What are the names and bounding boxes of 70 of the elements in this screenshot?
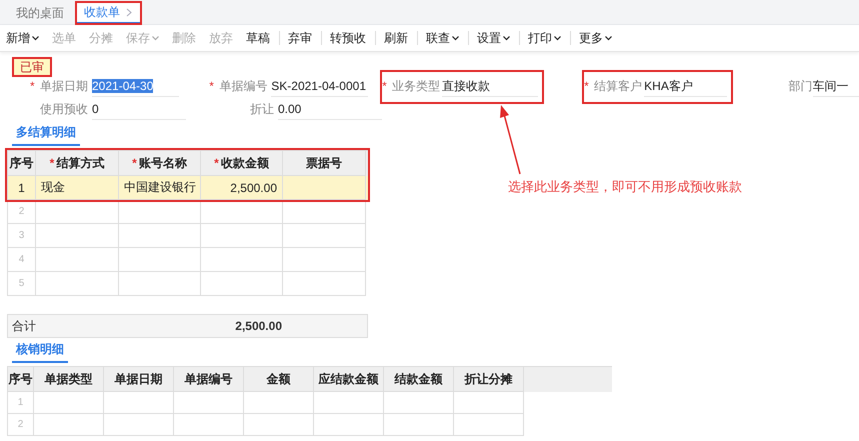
- tab[interactable]: 我的桌面: [8, 2, 72, 24]
- column-header: 金额: [244, 367, 314, 392]
- input-field[interactable]: 车间一: [812, 76, 859, 96]
- field-label: 使用预收: [39, 101, 88, 118]
- section-tab[interactable]: 核销明细: [12, 340, 68, 363]
- table-cell: [384, 392, 454, 414]
- annotation-note: 选择此业务类型，即可不用形成预收账款: [508, 178, 742, 196]
- section-tab[interactable]: 多结算明细: [12, 123, 80, 146]
- caret-icon: [452, 36, 459, 40]
- toolbar-button[interactable]: 更多: [575, 27, 621, 49]
- caret-icon: [503, 36, 510, 40]
- column-header: 折让分摊: [454, 367, 524, 392]
- field-label: * 结算客户: [584, 78, 640, 95]
- table-cell: 2,500.00: [201, 176, 283, 200]
- column-header: 单据日期: [104, 367, 174, 392]
- input-field[interactable]: 2021-04-30: [92, 76, 180, 96]
- table-cell: [104, 392, 174, 414]
- toolbar-button[interactable]: 刷新: [380, 27, 417, 49]
- field-label: * 单据编号: [208, 78, 268, 95]
- table-cell: [454, 392, 524, 414]
- row-number: 1: [8, 392, 34, 414]
- table-cell: 中国建设银行: [119, 176, 201, 200]
- input-field[interactable]: 直接收款: [442, 76, 538, 96]
- table-cell: [34, 414, 104, 436]
- row-number: 2: [8, 414, 34, 436]
- input-field[interactable]: 0.00: [278, 100, 382, 120]
- row-number: 4: [8, 248, 36, 272]
- table-cell: [244, 392, 314, 414]
- table-cell: 现金: [36, 176, 119, 200]
- row-number: 3: [8, 224, 36, 248]
- row-number: 2: [8, 200, 36, 224]
- table-cell: [314, 414, 384, 436]
- table-cell: [314, 392, 384, 414]
- field-label: * 单据日期: [28, 78, 88, 95]
- field-label: * 业务类型: [382, 78, 438, 95]
- status-badge: 已审: [12, 57, 52, 77]
- column-header: 应结款金额: [314, 367, 384, 392]
- column-header: 单据类型: [34, 367, 104, 392]
- total-label: 合计: [11, 318, 36, 334]
- close-icon[interactable]: [126, 8, 133, 16]
- row-number: 1: [8, 176, 36, 200]
- table-cell: [174, 392, 244, 414]
- toolbar-button[interactable]: 弃审: [284, 27, 321, 49]
- field-label: 折让: [249, 101, 274, 118]
- table-cell: [174, 414, 244, 436]
- table-cell: [104, 414, 174, 436]
- table-cell: [384, 414, 454, 436]
- field-label: 部门: [788, 78, 809, 95]
- input-field[interactable]: KHA客户: [644, 76, 727, 96]
- column-header: 序号: [8, 367, 34, 392]
- table-cell: [34, 392, 104, 414]
- column-header: 单据编号: [174, 367, 244, 392]
- caret-icon: [152, 36, 159, 40]
- input-field[interactable]: 0: [92, 100, 186, 120]
- toolbar-button[interactable]: 转预收: [326, 27, 375, 49]
- toolbar-button[interactable]: 联查: [422, 27, 468, 49]
- table-cell: [244, 414, 314, 436]
- tab[interactable]: 收款单: [76, 2, 141, 24]
- toolbar-button[interactable]: 新增: [2, 27, 48, 49]
- caret-icon: [554, 36, 561, 40]
- caret-icon: [605, 36, 612, 40]
- toolbar-button[interactable]: 打印: [524, 27, 570, 49]
- column-header: 结款金额: [384, 367, 454, 392]
- table-cell: [454, 414, 524, 436]
- row-number: 5: [8, 272, 36, 296]
- input-field[interactable]: SK-2021-04-0001: [271, 76, 368, 96]
- toolbar-button[interactable]: 草稿: [242, 27, 279, 49]
- caret-icon: [32, 36, 39, 40]
- total-value: 2,500.00: [235, 319, 282, 333]
- toolbar-button[interactable]: 设置: [473, 27, 519, 49]
